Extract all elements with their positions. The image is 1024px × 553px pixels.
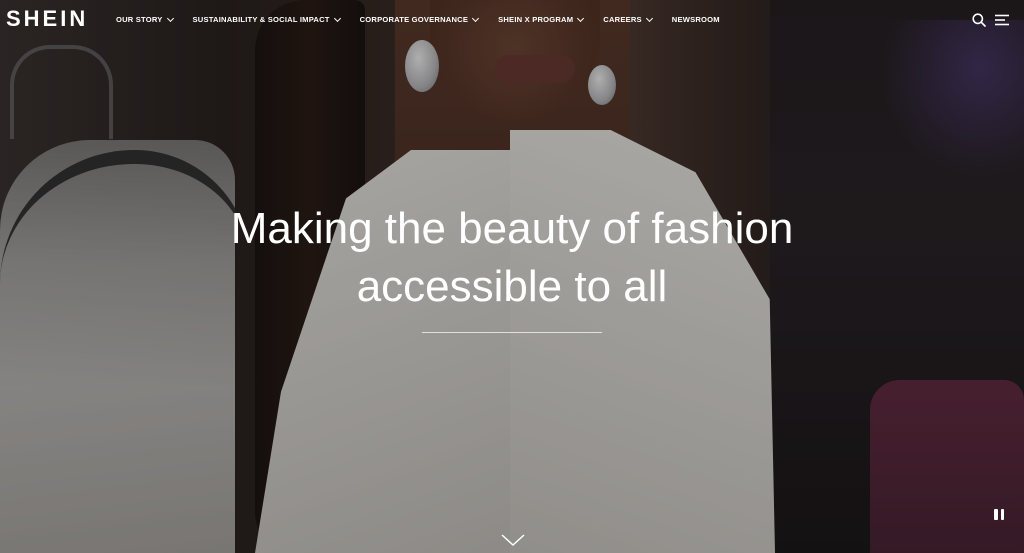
background-clothing-rack-right [870,380,1024,553]
hamburger-menu-icon[interactable] [994,12,1010,28]
nav-item-label: SUSTAINABILITY & SOCIAL IMPACT [192,15,330,24]
main-menu: OUR STORY SUSTAINABILITY & SOCIAL IMPACT… [116,14,720,26]
background-violet-light [880,20,1024,180]
chevron-down-icon [472,14,480,23]
headline-divider [422,332,602,333]
nav-item-label: NEWSROOM [671,15,720,24]
hero-video-background: SHEIN OUR STORY SUSTAINABILITY & SOCIAL … [0,0,1024,553]
background-earring-left [405,40,439,92]
chevron-down-icon [166,14,174,23]
chevron-down-icon [645,14,653,23]
background-jacket-right [510,130,775,553]
nav-item-label: SHEIN X PROGRAM [498,15,574,24]
hero-headline-line1: Making the beauty of fashion [230,204,794,253]
nav-item-newsroom[interactable]: NEWSROOM [672,14,720,26]
nav-item-shein-x-program[interactable]: SHEIN X PROGRAM [498,14,585,26]
hero-headline: Making the beauty of fashion accessible … [0,200,1024,316]
pause-bar [994,508,998,520]
pause-bar [1000,508,1004,520]
hero-headline-line2: accessible to all [356,262,668,311]
nav-item-label: CORPORATE GOVERNANCE [359,15,469,24]
chevron-down-icon [577,14,585,23]
nav-item-careers[interactable]: CAREERS [603,14,653,26]
background-hanger [10,45,113,139]
nav-item-sustainability[interactable]: SUSTAINABILITY & SOCIAL IMPACT [192,14,341,26]
pause-icon[interactable] [988,503,1010,525]
background-model-lips [495,55,575,83]
top-navigation: SHEIN OUR STORY SUSTAINABILITY & SOCIAL … [0,0,1024,40]
nav-item-our-story[interactable]: OUR STORY [116,14,174,26]
chevron-down-icon [333,14,341,23]
nav-item-corporate-governance[interactable]: CORPORATE GOVERNANCE [359,14,480,26]
chevron-down-icon[interactable] [500,532,526,548]
background-earring-right [588,65,616,105]
nav-item-label: CAREERS [603,15,642,24]
shein-logo[interactable]: SHEIN [6,6,88,32]
search-icon[interactable] [971,12,987,28]
nav-item-label: OUR STORY [116,15,163,24]
